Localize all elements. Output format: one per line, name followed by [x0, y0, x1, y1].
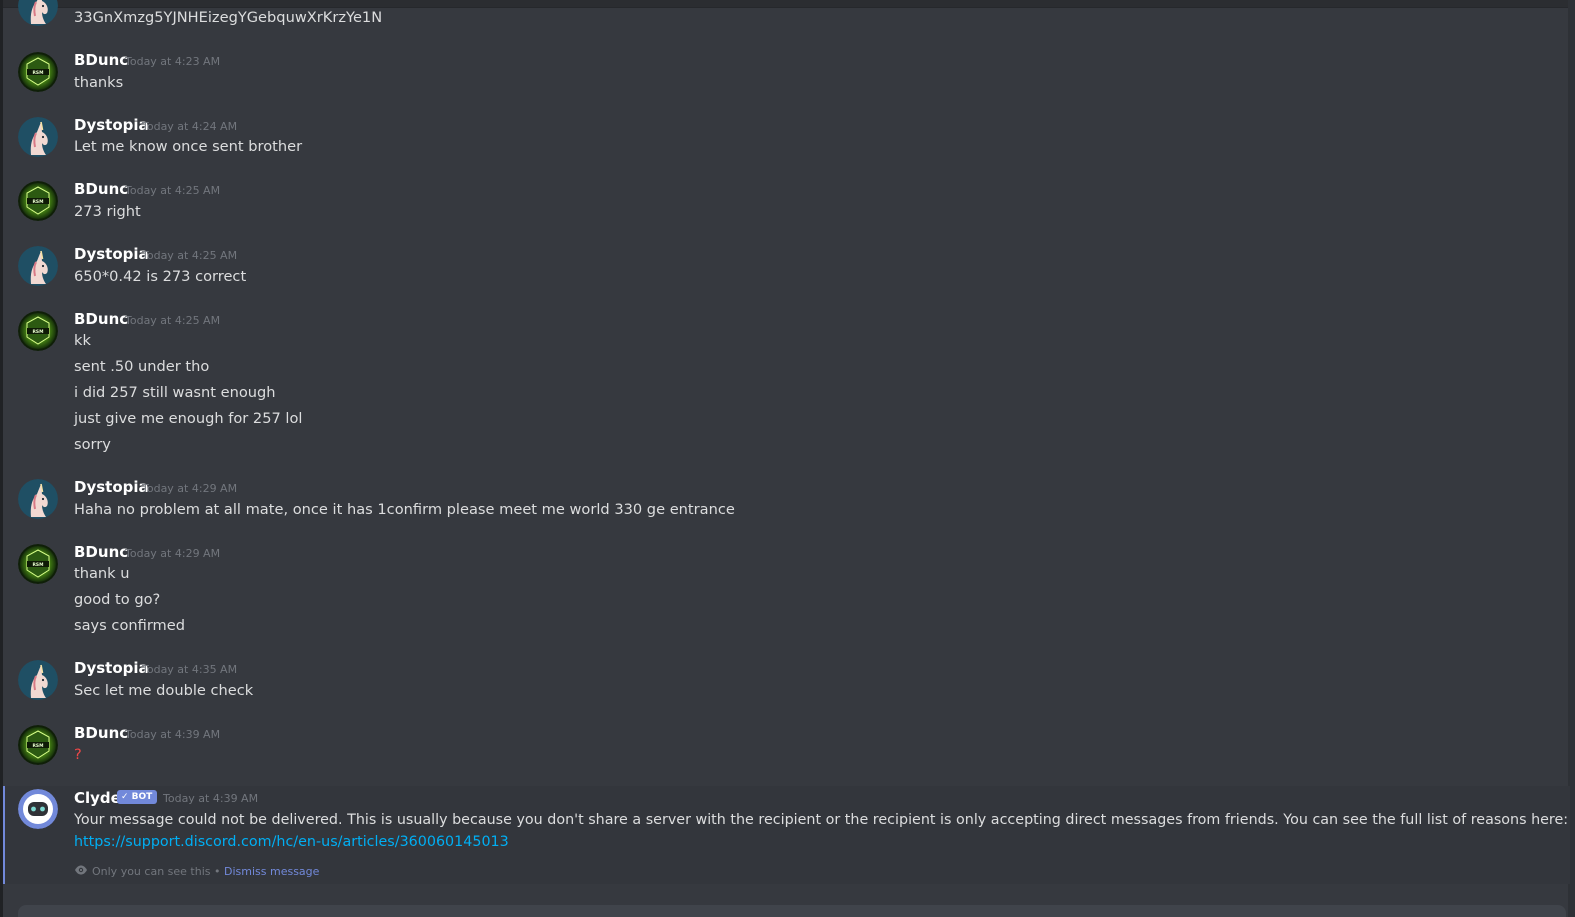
username[interactable]: BDunc — [74, 724, 128, 742]
bdunc-avatar-icon[interactable] — [18, 725, 58, 765]
scrollbar-track[interactable] — [1568, 0, 1575, 917]
dismiss-message-button[interactable]: Dismiss message — [224, 865, 319, 878]
message-timestamp: Today at 4:24 AM — [142, 120, 238, 133]
message-timestamp: Today at 4:35 AM — [142, 663, 238, 676]
message-line: sorry — [74, 436, 111, 453]
clyde-bot-avatar-icon[interactable] — [18, 789, 58, 829]
dystopia-avatar-icon[interactable] — [18, 0, 58, 26]
ephemeral-notice: Only you can see this • Dismiss message — [74, 865, 319, 879]
message-timestamp: Today at 4:25 AM — [125, 184, 221, 197]
bdunc-avatar-icon[interactable] — [18, 544, 58, 584]
message-line: Haha no problem at all mate, once it has… — [74, 501, 735, 518]
message-input[interactable] — [18, 905, 1566, 917]
message-line: good to go? — [74, 591, 161, 608]
username[interactable]: BDunc — [74, 180, 128, 198]
message-line: sent .50 under tho — [74, 358, 210, 375]
username[interactable]: Dystopia — [74, 478, 149, 496]
chat-header-edge — [0, 0, 1575, 8]
left-edge-divider — [0, 0, 3, 917]
message-line: ? — [74, 746, 82, 763]
bdunc-avatar-icon[interactable] — [18, 311, 58, 351]
eye-icon — [74, 865, 88, 879]
only-you-text: Only you can see this — [92, 865, 211, 878]
message-line: 273 right — [74, 203, 141, 220]
dystopia-avatar-icon[interactable] — [18, 660, 58, 700]
message-line: Let me know once sent brother — [74, 138, 303, 155]
bdunc-avatar-icon[interactable] — [18, 181, 58, 221]
support-link[interactable]: https://support.discord.com/hc/en-us/art… — [74, 833, 509, 851]
message-line: i did 257 still wasnt enough — [74, 384, 276, 401]
username[interactable]: BDunc — [74, 543, 128, 561]
message-timestamp: Today at 4:23 AM — [125, 55, 221, 68]
message-line: 650*0.42 is 273 correct — [74, 268, 247, 285]
username[interactable]: BDunc — [74, 310, 128, 328]
dystopia-avatar-icon[interactable] — [18, 479, 58, 519]
message-line: 33GnXmzg5YJNHEizegYGebquwXrKrzYe1N — [74, 9, 383, 26]
message-timestamp: Today at 4:25 AM — [125, 314, 221, 327]
message-line: says confirmed — [74, 617, 186, 634]
username[interactable]: Dystopia — [74, 245, 149, 263]
bot-badge: ✓ BOT — [117, 790, 158, 804]
username[interactable]: Dystopia — [74, 659, 149, 677]
username[interactable]: Dystopia — [74, 116, 149, 134]
message-timestamp: Today at 4:29 AM — [142, 482, 238, 495]
message-timestamp: Today at 4:39 AM — [163, 792, 259, 805]
message-timestamp: Today at 4:25 AM — [142, 249, 238, 262]
separator: • — [214, 865, 221, 878]
username[interactable]: Clyde — [74, 789, 121, 807]
message-line: Your message could not be delivered. Thi… — [74, 812, 1569, 828]
message-line: just give me enough for 257 lol — [74, 410, 303, 427]
message-line: thank u — [74, 565, 130, 582]
message-line: Sec let me double check — [74, 682, 254, 699]
dystopia-avatar-icon[interactable] — [18, 117, 58, 157]
bdunc-avatar-icon[interactable] — [18, 52, 58, 92]
dystopia-avatar-icon[interactable] — [18, 246, 58, 286]
message-line: kk — [74, 332, 91, 349]
message-timestamp: Today at 4:39 AM — [125, 728, 221, 741]
message-timestamp: Today at 4:29 AM — [125, 547, 221, 560]
message-line: thanks — [74, 74, 124, 91]
username[interactable]: BDunc — [74, 51, 128, 69]
chat-window: 33GnXmzg5YJNHEizegYGebquwXrKrzYe1N BDunc… — [0, 0, 1575, 917]
